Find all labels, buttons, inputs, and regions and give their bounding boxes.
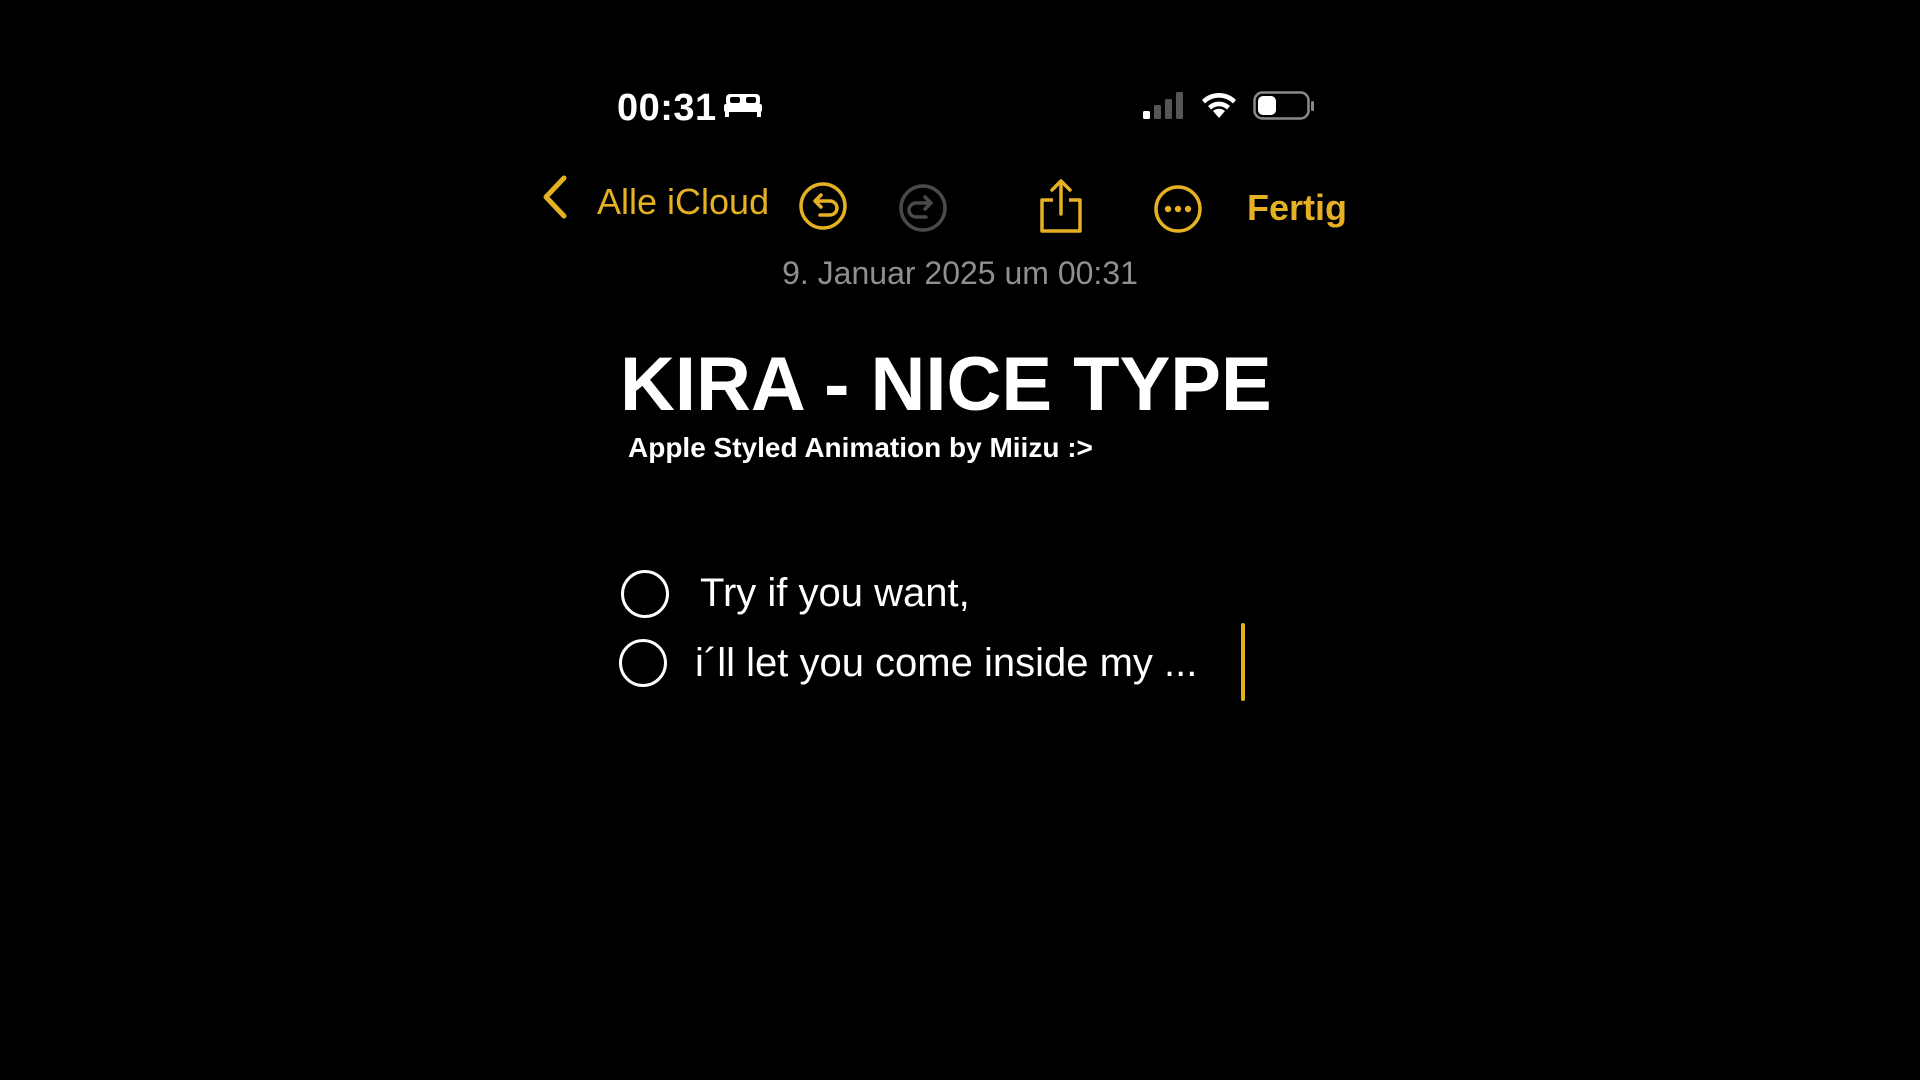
share-icon[interactable] — [1036, 178, 1086, 234]
note-subtitle[interactable]: Apple Styled Animation by Miizu :> — [628, 431, 1093, 465]
undo-icon[interactable] — [798, 181, 848, 231]
note-date: 9. Januar 2025 um 00:31 — [782, 255, 1138, 291]
note-title[interactable]: KIRA - NICE TYPE — [620, 344, 1272, 426]
battery-icon — [1253, 91, 1314, 120]
cellular-signal-icon — [1143, 92, 1183, 119]
chevron-left-icon[interactable] — [540, 174, 570, 220]
checklist-item-text[interactable]: i´ll let you come inside my ... — [695, 639, 1197, 687]
checklist-checkbox[interactable] — [619, 639, 667, 687]
text-cursor — [1241, 623, 1245, 701]
checklist-checkbox[interactable] — [621, 570, 669, 618]
redo-icon[interactable] — [898, 183, 948, 233]
notes-screen: 00:31 Alle iCloud Fertig 9. Januar 2025 … — [0, 0, 1920, 1080]
checklist-item-text[interactable]: Try if you want, — [700, 569, 970, 617]
bed-icon — [724, 94, 762, 117]
status-time: 00:31 — [617, 87, 717, 129]
more-icon[interactable] — [1153, 184, 1203, 234]
done-button[interactable]: Fertig — [1247, 186, 1347, 230]
wifi-icon — [1202, 92, 1236, 118]
back-button[interactable]: Alle iCloud — [597, 180, 769, 224]
